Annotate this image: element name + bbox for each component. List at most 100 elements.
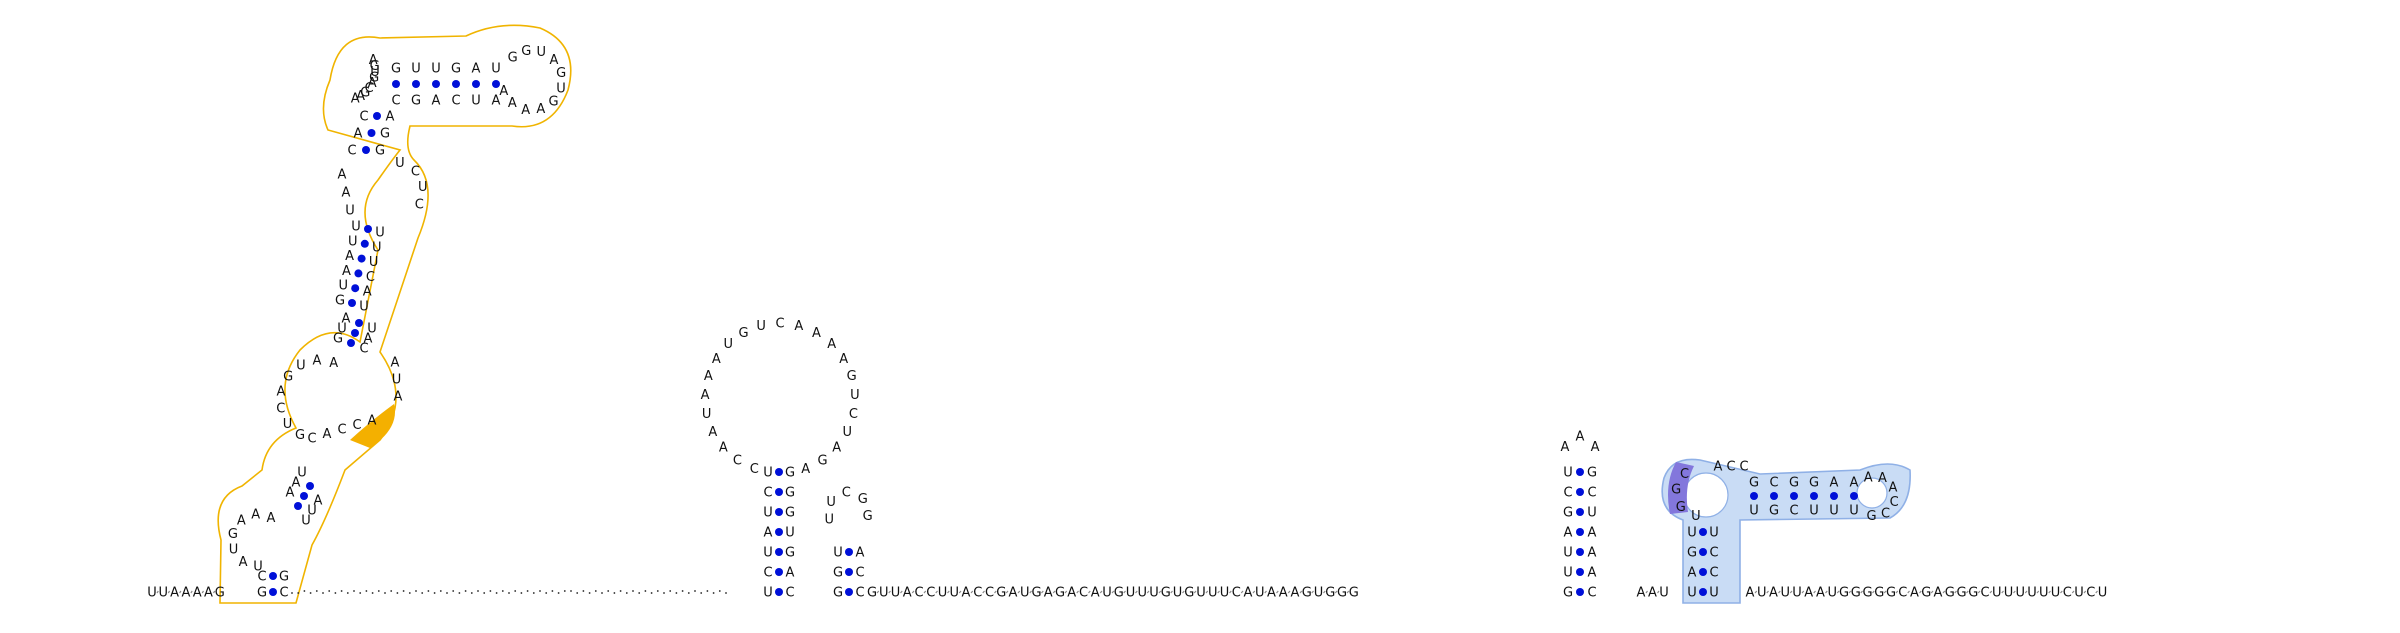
pair-dot (373, 112, 381, 120)
gap-dot (508, 592, 510, 594)
gap-dot (619, 590, 622, 592)
pair-dot (347, 339, 355, 347)
pair-dot (412, 80, 420, 88)
nucleotide-204: U (756, 319, 766, 334)
nucleotide-33: G (1161, 586, 1171, 601)
nucleotide-69: A (1934, 586, 1943, 601)
nucleotide-81: U (2074, 586, 2084, 601)
nucleotide-194: C (750, 462, 759, 477)
gap-dot (675, 592, 678, 594)
nucleotide-5: A (193, 586, 202, 601)
nucleotide-258: C (1726, 460, 1735, 475)
nucleotide-188: U (763, 506, 773, 521)
nucleotide-40: A (1244, 586, 1253, 601)
nucleotide-124: U (359, 300, 369, 315)
nucleotide-131: U (348, 234, 358, 249)
nucleotide-221: U (833, 546, 843, 561)
nucleotide-58: A (1804, 586, 1813, 601)
nucleotide-130: U (369, 255, 379, 270)
nucleotide-158: C (391, 94, 400, 109)
nucleotide-243: A (1576, 430, 1585, 445)
nucleotide-270: A (1850, 476, 1859, 491)
nucleotide-262: C (1769, 476, 1778, 491)
gap-dot (309, 592, 312, 594)
nucleotide-223: U (824, 512, 834, 527)
nucleotide-161: U (431, 62, 441, 77)
gap-dot (297, 592, 300, 594)
nucleotide-52: U (1659, 586, 1669, 601)
nucleotide-222: A (856, 546, 865, 561)
nucleotide-267: U (1809, 504, 1819, 519)
nucleotide-264: G (1789, 476, 1799, 491)
gap-dot (390, 590, 393, 592)
pair-dot (1850, 492, 1858, 500)
nucleotide-139: C (411, 164, 420, 179)
pair-dot (367, 129, 376, 137)
nucleotide-242: A (1561, 440, 1570, 455)
pair-dot (1699, 588, 1707, 596)
nucleotide-239: C (1587, 486, 1596, 501)
nucleotide-157: G (391, 62, 401, 77)
gap-dot (570, 590, 572, 592)
nucleotide-218: C (855, 586, 864, 601)
pair-dot (775, 548, 783, 556)
domain-outlines (217, 24, 1911, 604)
pair-dot (775, 588, 783, 596)
nucleotide-30: U (1126, 586, 1136, 601)
nucleotide-277: G (1866, 509, 1876, 524)
nucleotide-42: A (1267, 586, 1276, 601)
nucleotide-13: C (926, 586, 935, 601)
pair-dot (775, 568, 783, 576)
nucleotide-94: A (267, 511, 276, 526)
gap-dot (328, 590, 331, 592)
nucleotide-50: A (1637, 586, 1646, 601)
nucleotide-117: C (337, 423, 346, 438)
nucleotide-233: A (1588, 546, 1597, 561)
pair-dot (351, 329, 359, 337)
nucleotide-75: U (2004, 586, 2014, 601)
pair-dot (472, 80, 480, 88)
nucleotide-44: A (1291, 586, 1300, 601)
gap-dot (340, 590, 343, 592)
gap-dot (725, 592, 727, 594)
gap-dot (291, 592, 293, 594)
pair-dot (1576, 468, 1584, 476)
nucleotide-31: U (1137, 586, 1147, 601)
nucleotide-24: G (1055, 586, 1065, 601)
pair-dot (775, 528, 783, 536)
nucleotide-183: A (786, 566, 795, 581)
gap-dot (613, 592, 616, 594)
nucleotide-137: A (338, 168, 347, 183)
nucleotide-256: C (1680, 467, 1689, 482)
nucleotide-125: U (338, 279, 348, 294)
gap-dot (656, 590, 659, 592)
nucleotide-104: A (277, 385, 286, 400)
nucleotide-135: U (345, 204, 355, 219)
nucleotide-177: A (521, 103, 530, 118)
nucleotide-129: A (345, 249, 354, 264)
gap-dot (601, 592, 603, 594)
nucleotide-14: U (938, 586, 948, 601)
gap-dot (384, 592, 386, 594)
nucleotide-19: G (996, 586, 1006, 601)
gap-dot (582, 590, 585, 592)
gap-dot (700, 592, 703, 594)
nucleotide-181: C (785, 586, 794, 601)
nucleotide-72: G (1968, 586, 1978, 601)
nucleotide-272: A (1864, 471, 1873, 486)
nucleotide-169: G (508, 51, 518, 66)
nucleotide-225: C (842, 486, 851, 501)
nucleotide-127: A (342, 264, 351, 279)
pair-dot (355, 319, 363, 327)
nucleotide-99: U (297, 466, 307, 481)
nucleotide-80: C (2063, 586, 2072, 601)
nucleotide-200: A (704, 369, 713, 384)
nucleotide-73: C (1980, 586, 1989, 601)
gap-dot (514, 590, 517, 592)
nucleotide-227: G (863, 509, 873, 524)
nucleotide-205: C (775, 317, 784, 332)
pair-dot (1750, 492, 1758, 500)
nucleotide-102: U (283, 417, 293, 432)
pair-dot (1576, 548, 1584, 556)
gap-dot (557, 592, 560, 594)
